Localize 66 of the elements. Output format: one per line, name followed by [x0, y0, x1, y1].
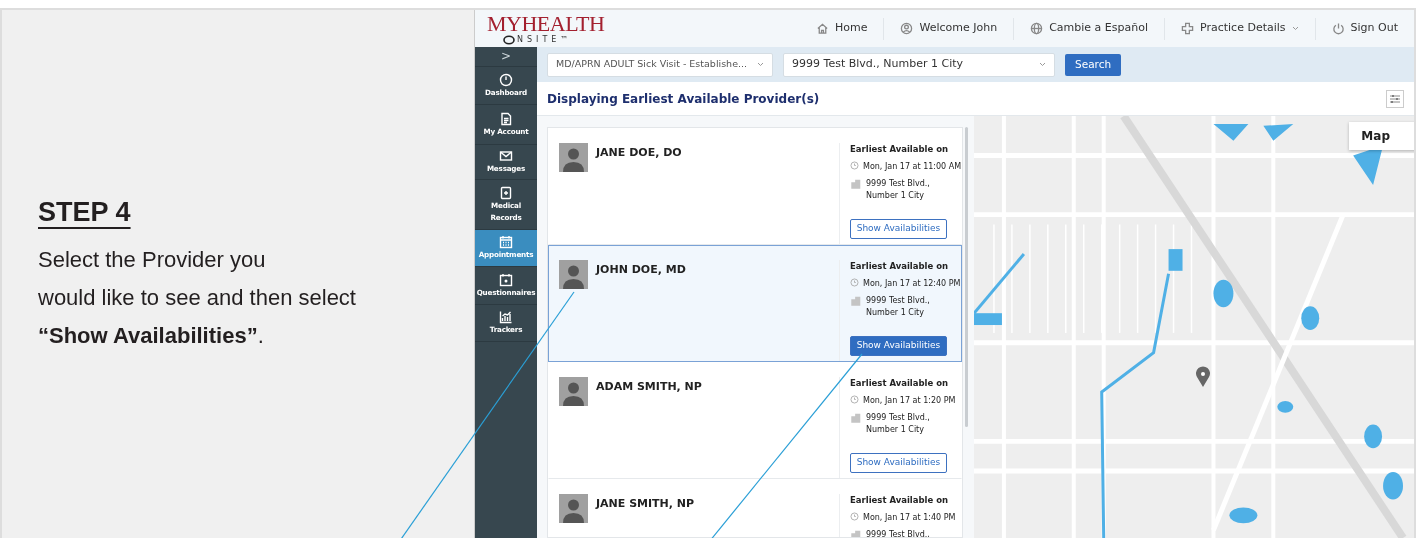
map-type-dropdown[interactable]: Map	[1349, 122, 1414, 150]
plus-outline-icon	[1181, 22, 1194, 35]
chart-icon	[499, 310, 513, 325]
clock-icon	[850, 511, 859, 521]
provider-name: JOHN DOE, MD	[594, 262, 687, 278]
provider-name: JANE DOE, DO	[594, 145, 683, 161]
show-availabilities-button[interactable]: Show Availabilities	[850, 218, 947, 239]
avatar-silhouette-icon	[559, 143, 588, 172]
gauge-icon	[499, 72, 513, 87]
show-availabilities-button[interactable]: Show Availabilities	[850, 452, 947, 473]
document-icon	[499, 111, 513, 126]
nav-link[interactable]: Welcome John	[883, 17, 1014, 40]
provider-card[interactable]: ADAM SMITH, NP Earliest Available on Mon, Jan 17 at 1:20 PM 9999 Test Blvd., Number 1 City Show Availabilities	[548, 362, 962, 479]
nav-link[interactable]: Sign Out	[1314, 17, 1414, 40]
building-icon	[850, 411, 862, 424]
street-map-drawing[interactable]	[974, 116, 1414, 538]
chevron-down-icon	[757, 62, 765, 67]
provider-name: ADAM SMITH, NP	[595, 379, 703, 395]
provider-card[interactable]: JANE SMITH, NP Earliest Available on Mon, Jan 17 at 1:40 PM 9999 Test Blvd.,	[548, 479, 962, 537]
filter-sliders-icon[interactable]	[1386, 89, 1404, 108]
availability-label: Earliest Available on	[850, 143, 949, 156]
clock-icon	[850, 160, 859, 170]
availability-label: Earliest Available on	[850, 494, 949, 507]
building-icon	[850, 528, 862, 537]
envelope-icon	[499, 149, 513, 164]
results-heading: Displaying Earliest Available Provider(s)	[547, 90, 820, 108]
show-availabilities-button[interactable]: Show Availabilities	[850, 335, 947, 356]
appointment-time: Mon, Jan 17 at 1:20 PM	[863, 394, 956, 407]
nav-link[interactable]: Home	[799, 17, 884, 40]
logo-wordmark: MYHEALTH	[487, 12, 606, 35]
scrollbar[interactable]	[965, 127, 968, 427]
avatar-silhouette-icon	[559, 260, 588, 289]
document-plus-icon	[499, 186, 513, 200]
appointment-time: Mon, Jan 17 at 11:00 AM	[863, 160, 962, 173]
clock-icon	[850, 277, 859, 287]
step-heading: STEP 4	[38, 196, 131, 229]
map-pin-icon[interactable]	[1195, 366, 1211, 388]
calendar-icon	[499, 235, 513, 250]
provider-card[interactable]: JOHN DOE, MD Earliest Available on Mon, Jan 17 at 12:40 PM 9999 Test Blvd., Number 1 City Show Availabilities	[548, 245, 962, 362]
step-instruction: Select the Provider you would like to see and then select “Show Availabilities”.	[38, 245, 357, 350]
building-icon	[850, 177, 862, 190]
search-button[interactable]: Search	[1065, 53, 1122, 76]
availability-label: Earliest Available on	[850, 260, 949, 273]
user-icon	[900, 22, 914, 35]
location-dropdown[interactable]: 9999 Test Blvd., Number 1 City	[783, 52, 1056, 77]
avatar-silhouette-icon	[559, 494, 588, 523]
provider-address: 9999 Test Blvd., Number 1 City	[866, 294, 930, 319]
nav-link[interactable]: Cambie a Español	[1013, 17, 1164, 40]
clock-icon	[850, 394, 859, 404]
appointment-time: Mon, Jan 17 at 12:40 PM	[863, 277, 961, 290]
visit-type-dropdown[interactable]: MD/APRN ADULT Sick Visit - Establishe...	[547, 52, 774, 77]
avatar-silhouette-icon	[559, 377, 588, 406]
chevron-down-icon	[1039, 62, 1047, 67]
logo-ring-icon	[503, 34, 515, 45]
availability-label: Earliest Available on	[850, 377, 949, 390]
power-icon	[1331, 22, 1345, 35]
home-icon	[815, 22, 829, 35]
logo-tagline: NSITE™	[517, 35, 573, 44]
provider-address: 9999 Test Blvd.,	[866, 528, 930, 537]
building-icon	[850, 294, 862, 307]
globe-icon	[1030, 22, 1044, 35]
provider-address: 9999 Test Blvd., Number 1 City	[866, 411, 930, 436]
appointment-time: Mon, Jan 17 at 1:40 PM	[863, 511, 956, 524]
provider-address: 9999 Test Blvd., Number 1 City	[866, 177, 930, 202]
nav-link[interactable]: Practice Details	[1164, 17, 1315, 40]
provider-name: JANE SMITH, NP	[594, 496, 696, 512]
